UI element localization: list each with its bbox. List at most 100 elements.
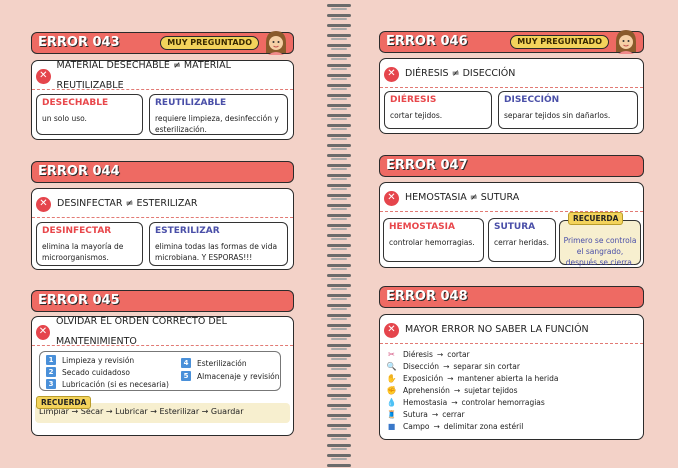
student-avatar-icon bbox=[616, 30, 636, 54]
recuerda-tag: RECUERDA bbox=[36, 396, 92, 409]
instrument-function: cortar bbox=[447, 350, 470, 359]
term-description: cortar tejidos. bbox=[390, 111, 443, 120]
term-box-desinfectar: DESINFECTAR elimina la mayoría de microo… bbox=[36, 222, 143, 266]
step-2: 2 Secado cuidadoso bbox=[46, 367, 130, 377]
instrument-name: Aprehensión bbox=[403, 386, 450, 395]
instrument-name: Disección bbox=[403, 362, 440, 371]
error-047-header: ERROR 047 bbox=[379, 155, 644, 177]
card-title-text: MAYOR ERROR NO SABER LA FUNCIÓN bbox=[405, 324, 589, 335]
function-item: 💧 Hemostasia → controlar hemorragias bbox=[386, 397, 545, 408]
step-4: 4 Esterilización bbox=[181, 358, 247, 368]
frequently-asked-badge: MUY PREGUNTADO bbox=[510, 35, 609, 49]
term-description: elimina todas las formas de vida microbi… bbox=[155, 242, 278, 262]
arrow-icon: → bbox=[453, 386, 461, 395]
instrument-function: cerrar bbox=[442, 410, 465, 419]
right-page: ERROR 046 MUY PREGUNTADO ✕ DIÉRESIS ≠ DI… bbox=[339, 0, 678, 468]
error-046-card: ✕ DIÉRESIS ≠ DISECCIÓN DIÉRESIS cortar t… bbox=[379, 58, 644, 134]
term-label: DESINFECTAR bbox=[42, 226, 112, 236]
dashed-divider bbox=[380, 343, 643, 344]
error-x-icon: ✕ bbox=[384, 66, 399, 82]
function-item: 🧵 Sutura → cerrar bbox=[386, 409, 465, 420]
arrow-icon: → bbox=[433, 422, 440, 431]
error-x-icon: ✕ bbox=[384, 322, 399, 338]
card-title: ✕ MATERIAL DESECHABLE ≠ MATERIAL REUTILI… bbox=[36, 60, 293, 91]
term-label: SUTURA bbox=[494, 222, 536, 232]
grab-icon: ✊ bbox=[386, 386, 397, 395]
header-text: ERROR 045 bbox=[38, 293, 120, 308]
term-label: HEMOSTASIA bbox=[389, 222, 455, 232]
error-048-header: ERROR 048 bbox=[379, 286, 644, 308]
term-label: DISECCIÓN bbox=[504, 95, 560, 105]
step-1: 1 Limpieza y revisión bbox=[46, 355, 134, 365]
term-label: ESTERILIZAR bbox=[155, 226, 220, 236]
dashed-divider bbox=[32, 217, 293, 218]
header-text: ERROR 043 bbox=[38, 35, 120, 50]
header-text: ERROR 044 bbox=[38, 164, 120, 179]
arrow-icon: → bbox=[447, 374, 454, 383]
needle-icon: 🧵 bbox=[386, 410, 397, 419]
arrow-icon: → bbox=[443, 362, 450, 371]
maintenance-steps: 1 Limpieza y revisión 2 Secado cuidadoso 3… bbox=[39, 351, 281, 391]
arrow-icon: → bbox=[436, 350, 444, 359]
header-text: ERROR 046 bbox=[386, 34, 468, 49]
term-box-diseccion: DISECCIÓN separar tejidos sin dañarlos. bbox=[498, 91, 638, 129]
term-description: separar tejidos sin dañarlos. bbox=[504, 111, 611, 120]
error-x-icon: ✕ bbox=[36, 68, 51, 84]
term-label: DESECHABLE bbox=[42, 98, 109, 108]
instrument-name: Exposición bbox=[403, 374, 444, 383]
error-045-card: ✕ OLVIDAR EL ORDEN CORRECTO DEL MANTENIM… bbox=[31, 316, 294, 436]
term-box-sutura: SUTURA cerrar heridas. bbox=[488, 218, 556, 262]
error-046-header: ERROR 046 MUY PREGUNTADO bbox=[379, 30, 644, 54]
instrument-name: Sutura bbox=[403, 410, 428, 419]
card-title-text: OLVIDAR EL ORDEN CORRECTO DEL MANTENIMIE… bbox=[55, 316, 227, 347]
error-043-card: ✕ MATERIAL DESECHABLE ≠ MATERIAL REUTILI… bbox=[31, 60, 294, 140]
card-title: ✕ HEMOSTASIA ≠ SUTURA bbox=[384, 188, 519, 208]
recuerda-note: Primero se controla el sangrado, después… bbox=[559, 220, 641, 267]
term-label: DIÉRESIS bbox=[390, 95, 437, 105]
left-page: ERROR 043 MUY PREGUNTADO ✕ MATERIAL DESE… bbox=[0, 0, 339, 468]
student-avatar-icon bbox=[266, 31, 286, 55]
card-title-text: DESINFECTAR ≠ ESTERILIZAR bbox=[57, 198, 198, 209]
function-item: ✊ Aprehensión → sujetar tejidos bbox=[386, 385, 518, 396]
instrument-function: sujetar tejidos bbox=[464, 386, 518, 395]
card-title: ✕ MAYOR ERROR NO SABER LA FUNCIÓN bbox=[384, 320, 589, 340]
term-box-reutilizable: REUTILIZABLE requiere limpieza, desinfec… bbox=[149, 94, 288, 135]
step-5: 5 Almacenaje y revisión bbox=[181, 371, 280, 381]
error-x-icon: ✕ bbox=[36, 196, 51, 212]
error-x-icon: ✕ bbox=[36, 324, 50, 340]
card-title: ✕ DIÉRESIS ≠ DISECCIÓN bbox=[384, 64, 515, 84]
square-icon: ■ bbox=[387, 422, 396, 431]
header-text: ERROR 047 bbox=[386, 158, 468, 173]
header-text: ERROR 048 bbox=[386, 289, 468, 304]
error-043-header: ERROR 043 MUY PREGUNTADO bbox=[31, 31, 294, 55]
instrument-function: delimitar zona estéril bbox=[443, 422, 524, 431]
instrument-function: mantener abierta la herida bbox=[457, 374, 559, 383]
function-item: ■ Campo → delimitar zona estéril bbox=[386, 421, 524, 432]
term-box-dieresis: DIÉRESIS cortar tejidos. bbox=[384, 91, 492, 129]
instrument-name: Campo bbox=[403, 422, 430, 431]
card-title-text: HEMOSTASIA ≠ SUTURA bbox=[405, 192, 520, 203]
magnifier-icon: 🔍 bbox=[386, 362, 397, 371]
frequently-asked-badge: MUY PREGUNTADO bbox=[160, 36, 259, 50]
instrument-function: controlar hemorragias bbox=[461, 398, 545, 407]
arrow-icon: → bbox=[431, 410, 439, 419]
drop-icon: 💧 bbox=[386, 398, 397, 407]
dashed-divider bbox=[380, 87, 643, 88]
instrument-name: Hemostasia bbox=[403, 398, 448, 407]
dashed-divider bbox=[32, 89, 293, 90]
function-item: 🔍 Disección → separar sin cortar bbox=[386, 361, 520, 372]
term-box-esterilizar: ESTERILIZAR elimina todas las formas de … bbox=[149, 222, 288, 266]
error-047-card: ✕ HEMOSTASIA ≠ SUTURA HEMOSTASIA control… bbox=[379, 182, 644, 268]
error-044-card: ✕ DESINFECTAR ≠ ESTERILIZAR DESINFECTAR … bbox=[31, 188, 294, 270]
instrument-function: separar sin cortar bbox=[453, 362, 520, 371]
recuerda-tag: RECUERDA bbox=[568, 212, 624, 225]
error-045-header: ERROR 045 bbox=[31, 290, 294, 312]
scissors-icon: ✂ bbox=[388, 350, 395, 359]
hand-icon: ✋ bbox=[386, 374, 397, 383]
card-title: ✕ OLVIDAR EL ORDEN CORRECTO DEL MANTENIM… bbox=[36, 316, 293, 347]
term-description: un solo uso. bbox=[42, 114, 87, 123]
arrow-icon: → bbox=[451, 398, 458, 407]
term-description: requiere limpieza, desinfección y esteri… bbox=[155, 114, 279, 134]
dashed-divider bbox=[32, 345, 293, 346]
function-item: ✂ Diéresis → cortar bbox=[386, 349, 470, 360]
